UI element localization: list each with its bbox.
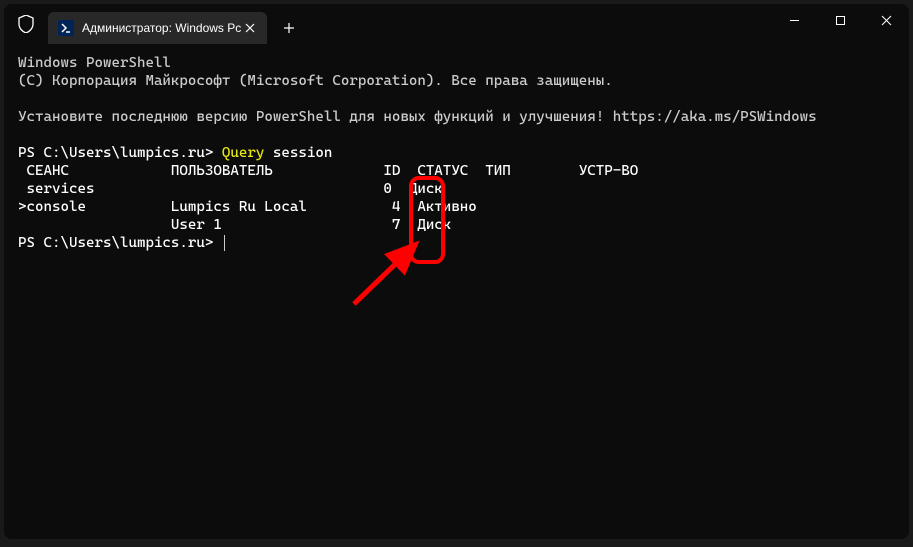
prompt-1: PS C:\Users\lumpics.ru> xyxy=(18,145,222,161)
close-window-button[interactable] xyxy=(863,4,909,36)
shield-icon xyxy=(18,15,34,33)
minimize-button[interactable] xyxy=(771,4,817,36)
output-row-user1: User 1 7 Диск xyxy=(18,217,451,233)
output-row-console: >console Lumpics Ru Local 4 Активно xyxy=(18,199,477,215)
powershell-icon xyxy=(58,20,74,36)
close-tab-button[interactable] xyxy=(241,19,259,37)
maximize-button[interactable] xyxy=(817,4,863,36)
command-query: Query xyxy=(222,145,264,161)
ps-update-notice: Установите последнюю версию PowerShell д… xyxy=(18,109,817,125)
terminal-output[interactable]: Windows PowerShell (C) Корпорация Майкро… xyxy=(4,44,909,539)
ps-banner-line2: (C) Корпорация Майкрософт (Microsoft Cor… xyxy=(18,73,613,89)
tab-active[interactable]: Администратор: Windows Pc xyxy=(48,12,267,44)
command-arg: session xyxy=(264,145,332,161)
terminal-window: Администратор: Windows Pc Windows PowerS… xyxy=(4,4,909,539)
cursor xyxy=(224,235,225,251)
tab-title: Администратор: Windows Pc xyxy=(82,21,241,35)
output-header: СЕАНС ПОЛЬЗОВАТЕЛЬ ID СТАТУС ТИП УСТР-ВО xyxy=(18,163,638,179)
new-tab-button[interactable] xyxy=(273,12,305,44)
window-controls xyxy=(771,4,909,44)
output-row-services: services 0 Диск xyxy=(18,181,443,197)
title-bar: Администратор: Windows Pc xyxy=(4,4,909,44)
ps-banner-line1: Windows PowerShell xyxy=(18,55,171,71)
prompt-2: PS C:\Users\lumpics.ru> xyxy=(18,235,222,251)
